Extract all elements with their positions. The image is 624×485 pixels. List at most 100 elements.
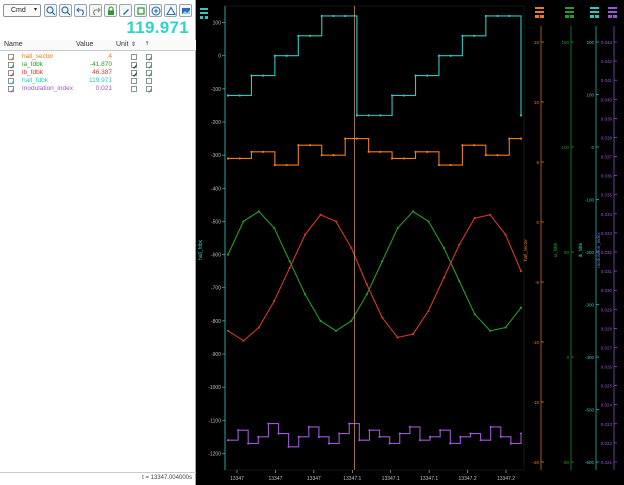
unit-checkbox[interactable]: [131, 85, 137, 92]
series-ib_fdbk-point: [288, 266, 291, 269]
series-hall_sector-point: [273, 163, 276, 167]
series-ia_fdbk-point: [257, 210, 260, 213]
right-axis-tick-label: 0.032: [601, 250, 613, 255]
visible-checkbox[interactable]: ✓: [8, 53, 15, 63]
x-axis-tick-label: 13347.2: [497, 476, 515, 482]
pen-icon[interactable]: [119, 4, 132, 17]
series-hall_sector-point: [367, 150, 370, 153]
series-hall_sector-point: [461, 144, 464, 147]
sort-icon[interactable]: ⇕: [131, 41, 136, 48]
series-modulation_index-point: [297, 435, 300, 438]
right-axis-tick-label: -500: [585, 408, 595, 413]
unit-checkbox[interactable]: ✓: [131, 69, 138, 79]
right-axis-tick-label: 200: [586, 40, 594, 45]
right-axis-tick-label: 0.023: [601, 422, 613, 427]
axis-legend-icon[interactable]: [608, 7, 617, 9]
axis-legend-icon[interactable]: [200, 12, 208, 14]
zoom-out-icon[interactable]: [59, 4, 72, 17]
series-ia_fdbk-point: [288, 260, 291, 263]
image-icon[interactable]: [179, 4, 192, 17]
square-icon[interactable]: [134, 4, 147, 17]
series-modulation_index-point: [247, 442, 250, 445]
right-axis-tick-label: 0.025: [601, 384, 613, 389]
unit-checkbox[interactable]: [131, 53, 137, 60]
series-modulation_index-point: [388, 442, 391, 445]
right-axis-tick-label: 5: [536, 160, 539, 165]
series-modulation_index-point: [398, 432, 401, 435]
series-modulation_index-point: [287, 445, 290, 448]
visible-checkbox[interactable]: ✓: [8, 77, 15, 87]
visible-checkbox[interactable]: ✓: [8, 69, 15, 79]
unit-checkbox[interactable]: ✓: [131, 61, 138, 71]
series-modulation_index-point: [237, 429, 240, 432]
axis-legend-icon[interactable]: [200, 16, 203, 19]
redo-icon[interactable]: [89, 4, 102, 17]
axis-legend-icon[interactable]: [565, 7, 574, 9]
axis-legend-icon[interactable]: [590, 15, 594, 18]
signal-plot[interactable]: -1200-1100-1000-900-800-700-600-500-400-…: [196, 0, 624, 485]
left-axis-tick-label: -700: [211, 286, 221, 292]
check-icon: ✓: [147, 87, 153, 95]
visible-checkbox[interactable]: ✓: [8, 61, 15, 71]
lock-icon[interactable]: [104, 4, 117, 17]
right-axis-tick-label: 0: [536, 220, 539, 225]
axis-legend-icon[interactable]: [613, 15, 617, 18]
axis-legend-icon[interactable]: [540, 15, 544, 18]
series-hall_fdbk-point: [473, 34, 476, 37]
axis-legend-icon[interactable]: [565, 11, 574, 13]
right-axis-title: ia_fdbk: [553, 242, 558, 257]
axis-legend-icon[interactable]: [535, 15, 539, 18]
pin-icon[interactable]: ⫯: [146, 41, 149, 48]
right-axis-tick-label: 10: [534, 100, 540, 105]
table-row[interactable]: ✓ modulation_index 0.021 ✓: [0, 84, 196, 95]
series-modulation_index-point: [317, 435, 321, 438]
series-ia_fdbk-point: [304, 293, 307, 296]
series-hall_fdbk-point: [285, 54, 288, 57]
axis-legend-icon[interactable]: [535, 11, 544, 13]
series-hall_fdbk-point: [238, 94, 241, 97]
axis-legend-icon[interactable]: [608, 11, 617, 13]
right-axis-title: modulation_index: [596, 232, 601, 268]
right-axis-tick-label: 0: [591, 145, 594, 150]
series-ia_fdbk-point: [504, 326, 507, 329]
series-modulation_index-point: [358, 439, 361, 442]
axis-legend-icon[interactable]: [608, 15, 612, 18]
axis-checkbox[interactable]: ✓: [146, 61, 153, 71]
series-modulation_index-point: [307, 425, 310, 429]
unit-checkbox[interactable]: [131, 77, 137, 84]
axis-legend-icon[interactable]: [205, 16, 208, 19]
left-axis-title: hall_fdbk: [198, 239, 204, 260]
plus-circle-icon[interactable]: [149, 4, 162, 17]
axis-legend-icon[interactable]: [590, 11, 599, 13]
axis-checkbox[interactable]: [146, 77, 152, 84]
series-ia_fdbk-point: [458, 279, 461, 283]
axis-legend-icon[interactable]: [570, 15, 574, 18]
series-hall_sector-point: [414, 150, 417, 153]
series-modulation_index-point: [459, 435, 462, 438]
axis-legend-icon[interactable]: [200, 8, 208, 10]
plot-area[interactable]: -1200 -1100 -1000 -900 -800 -700 -600 -500 -400-…: [196, 0, 624, 485]
series-ia_fdbk-point: [319, 319, 322, 322]
axis-legend-icon[interactable]: [535, 7, 544, 9]
axis-legend-icon[interactable]: [590, 7, 599, 9]
series-hall_sector-point: [238, 157, 241, 160]
series-ia_fdbk-point: [411, 210, 415, 213]
series-ia_fdbk-point: [365, 293, 368, 296]
series-hall_fdbk-point: [390, 94, 394, 97]
axis-checkbox[interactable]: ✓: [146, 53, 153, 63]
undo-icon[interactable]: [74, 4, 87, 17]
series-hall_sector-point: [308, 144, 312, 147]
axis-checkbox[interactable]: ✓: [146, 85, 153, 95]
series-hall_fdbk-point: [402, 94, 405, 97]
series-modulation_index-point: [469, 432, 472, 435]
series-hall_fdbk-point: [226, 94, 230, 97]
cmd-dropdown[interactable]: Cmd ▾: [3, 4, 41, 17]
triangle-icon[interactable]: [164, 4, 177, 17]
axis-checkbox[interactable]: ✓: [146, 69, 153, 79]
visible-checkbox[interactable]: ✓: [8, 85, 15, 95]
series-hall_sector-point: [449, 163, 452, 167]
zoom-in-icon[interactable]: [44, 4, 57, 17]
series-modulation_index-point: [348, 422, 351, 425]
axis-legend-icon[interactable]: [595, 15, 599, 18]
axis-legend-icon[interactable]: [565, 15, 569, 18]
